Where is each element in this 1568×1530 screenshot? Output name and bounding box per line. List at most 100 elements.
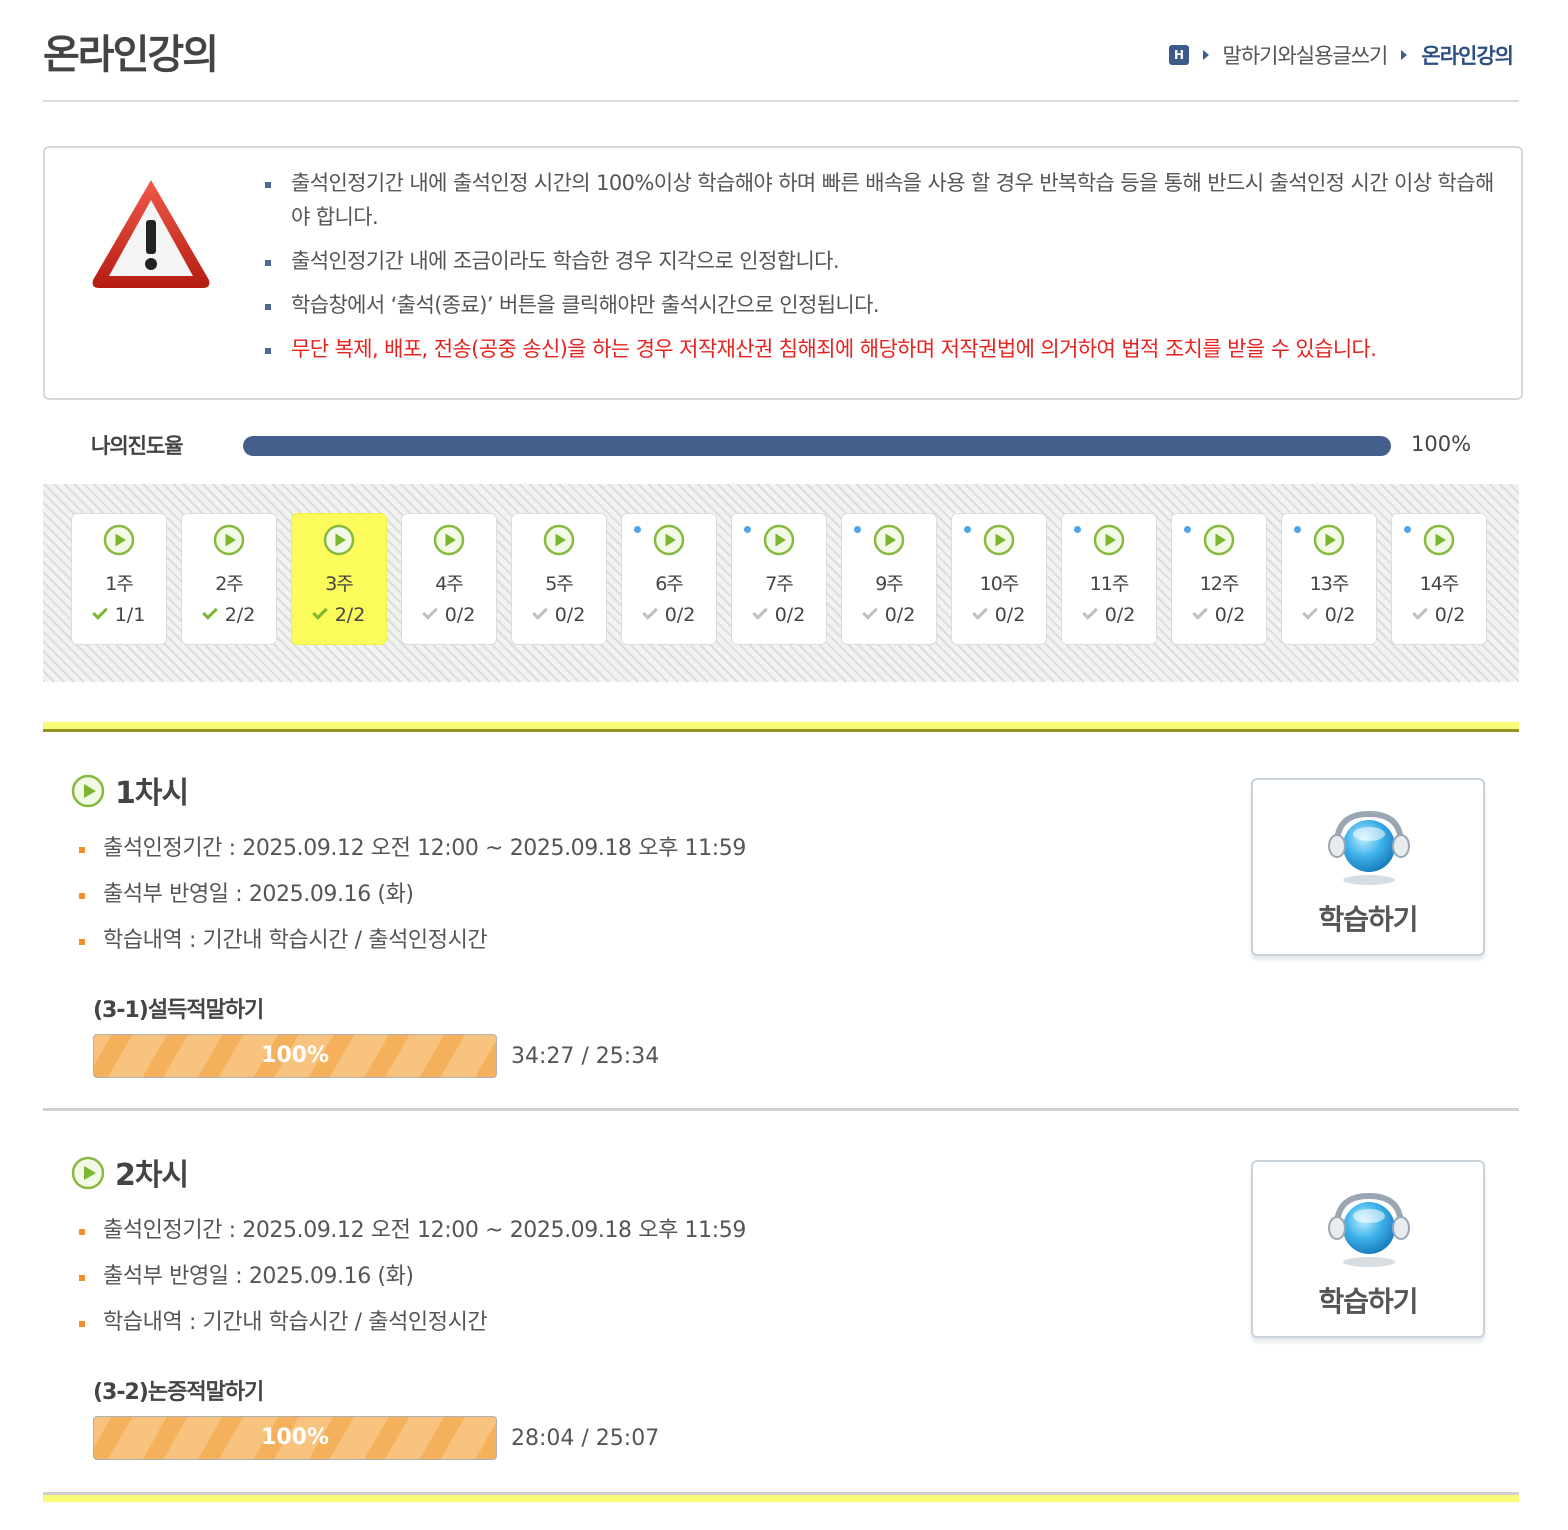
week-count: 0/2	[512, 604, 606, 626]
session-title: 2차시	[115, 1158, 189, 1193]
progress-label: 나의진도율	[91, 434, 184, 458]
check-icon	[1301, 604, 1318, 620]
attendance-reflect-date: 출석부 반영일 : 2025.09.16 (화)	[77, 878, 746, 924]
check-icon	[421, 604, 438, 620]
play-icon	[873, 524, 905, 556]
week-label: 13주	[1309, 573, 1350, 595]
notice-item: 출석인정기간 내에 조금이라도 학습한 경우 지각으로 인정합니다.	[265, 244, 1505, 278]
progress-bar-fill	[243, 436, 1391, 456]
week-label: 11주	[1089, 573, 1130, 595]
check-icon	[641, 604, 658, 620]
week-label: 9주	[875, 573, 904, 595]
lesson-study-time: 28:04 / 25:07	[511, 1426, 660, 1451]
notice-box: 출석인정기간 내에 출석인정 시간의 100%이상 학습해야 하며 빠른 배속을…	[43, 146, 1523, 400]
study-button-label: 학습하기	[1318, 1285, 1418, 1318]
week-label: 12주	[1199, 573, 1240, 595]
study-button-label: 학습하기	[1318, 903, 1418, 936]
notice-item: 출석인정기간 내에 출석인정 시간의 100%이상 학습해야 하며 빠른 배속을…	[265, 166, 1505, 234]
play-icon	[323, 524, 355, 556]
session-info: 출석인정기간 : 2025.09.12 오전 12:00 ~ 2025.09.1…	[77, 1214, 746, 1352]
lesson-progress-bar: 100%	[93, 1416, 497, 1460]
week-label: 2주	[215, 573, 244, 595]
week-selector: 1주 1/1 2주 2/2 3주 2/2 4주 0/2 5주 0/2 6주 0/2 7주 0/2 9주 0/2…	[43, 484, 1519, 682]
study-button[interactable]: 학습하기	[1251, 778, 1485, 956]
check-icon	[1411, 604, 1428, 620]
new-dot-icon	[1184, 526, 1191, 533]
notice-item: 학습창에서 ‘출석(종료)’ 버튼을 클릭해야만 출석시간으로 인정됩니다.	[265, 288, 1505, 322]
attendance-period: 출석인정기간 : 2025.09.12 오전 12:00 ~ 2025.09.1…	[77, 1214, 746, 1260]
breadcrumb-item-current: 온라인강의	[1421, 44, 1514, 68]
study-button[interactable]: 학습하기	[1251, 1160, 1485, 1338]
notice-item-copyright-warning: 무단 복제, 배포, 전송(공중 송신)을 하는 경우 저작재산권 침해죄에 해…	[265, 332, 1505, 366]
check-icon	[751, 604, 768, 620]
new-dot-icon	[1404, 526, 1411, 533]
week-count: 0/2	[842, 604, 936, 626]
progress-value: 100%	[1411, 432, 1472, 456]
week-count: 0/2	[732, 604, 826, 626]
chevron-right-icon	[1202, 50, 1209, 60]
session-card: 1차시 출석인정기간 : 2025.09.12 오전 12:00 ~ 2025.…	[43, 740, 1519, 1100]
section-divider	[43, 1492, 1519, 1502]
page-title: 온라인강의	[43, 32, 219, 78]
breadcrumb: H 말하기와실용글쓰기 온라인강의	[1168, 40, 1514, 70]
new-dot-icon	[964, 526, 971, 533]
week-count: 2/2	[182, 604, 276, 626]
week-count: 0/2	[1172, 604, 1266, 626]
my-progress: 나의진도율 100%	[43, 420, 1519, 472]
week-tab[interactable]: 9주 0/2	[841, 513, 937, 645]
globe-headphone-icon	[1328, 810, 1410, 885]
section-divider	[43, 1108, 1519, 1111]
warning-icon	[92, 180, 210, 288]
play-icon	[213, 524, 245, 556]
week-label: 5주	[545, 573, 574, 595]
home-icon[interactable]: H	[1168, 45, 1189, 65]
new-dot-icon	[1074, 526, 1081, 533]
week-count: 0/2	[1282, 604, 1376, 626]
play-icon	[103, 524, 135, 556]
week-tab[interactable]: 14주 0/2	[1391, 513, 1487, 645]
week-tab[interactable]: 5주 0/2	[511, 513, 607, 645]
session-info: 출석인정기간 : 2025.09.12 오전 12:00 ~ 2025.09.1…	[77, 832, 746, 970]
week-tab[interactable]: 6주 0/2	[621, 513, 717, 645]
check-icon	[1191, 604, 1208, 620]
week-tab[interactable]: 1주 1/1	[71, 513, 167, 645]
week-tab[interactable]: 10주 0/2	[951, 513, 1047, 645]
section-divider	[43, 722, 1519, 732]
play-icon	[543, 524, 575, 556]
week-count: 1/1	[72, 604, 166, 626]
new-dot-icon	[854, 526, 861, 533]
week-tab[interactable]: 13주 0/2	[1281, 513, 1377, 645]
check-icon	[861, 604, 878, 620]
week-count: 0/2	[402, 604, 496, 626]
lesson-progress-bar: 100%	[93, 1034, 497, 1078]
week-label: 10주	[979, 573, 1020, 595]
attendance-reflect-date: 출석부 반영일 : 2025.09.16 (화)	[77, 1260, 746, 1306]
lesson-progress-percent: 100%	[261, 1043, 329, 1068]
week-tab[interactable]: 3주 2/2	[291, 513, 387, 645]
lesson-title: (3-2)논증적말하기	[93, 1380, 264, 1405]
play-icon	[1423, 524, 1455, 556]
breadcrumb-item-course[interactable]: 말하기와실용글쓰기	[1223, 40, 1389, 70]
week-tab[interactable]: 12주 0/2	[1171, 513, 1267, 645]
lesson-study-time: 34:27 / 25:34	[511, 1044, 660, 1069]
week-count: 2/2	[292, 604, 386, 626]
week-label: 7주	[765, 573, 794, 595]
week-tab[interactable]: 11주 0/2	[1061, 513, 1157, 645]
week-tab[interactable]: 2주 2/2	[181, 513, 277, 645]
session-card: 2차시 출석인정기간 : 2025.09.12 오전 12:00 ~ 2025.…	[43, 1122, 1519, 1482]
play-icon	[71, 1156, 105, 1190]
week-label: 6주	[655, 573, 684, 595]
check-icon	[91, 604, 108, 620]
play-icon	[1313, 524, 1345, 556]
check-icon	[971, 604, 988, 620]
progress-bar	[243, 436, 1391, 456]
lesson-progress-percent: 100%	[261, 1425, 329, 1450]
play-icon	[1203, 524, 1235, 556]
week-count: 0/2	[952, 604, 1046, 626]
chevron-right-icon	[1401, 50, 1408, 60]
play-icon	[1093, 524, 1125, 556]
attendance-period: 출석인정기간 : 2025.09.12 오전 12:00 ~ 2025.09.1…	[77, 832, 746, 878]
week-tab[interactable]: 7주 0/2	[731, 513, 827, 645]
week-tab[interactable]: 4주 0/2	[401, 513, 497, 645]
new-dot-icon	[1294, 526, 1301, 533]
